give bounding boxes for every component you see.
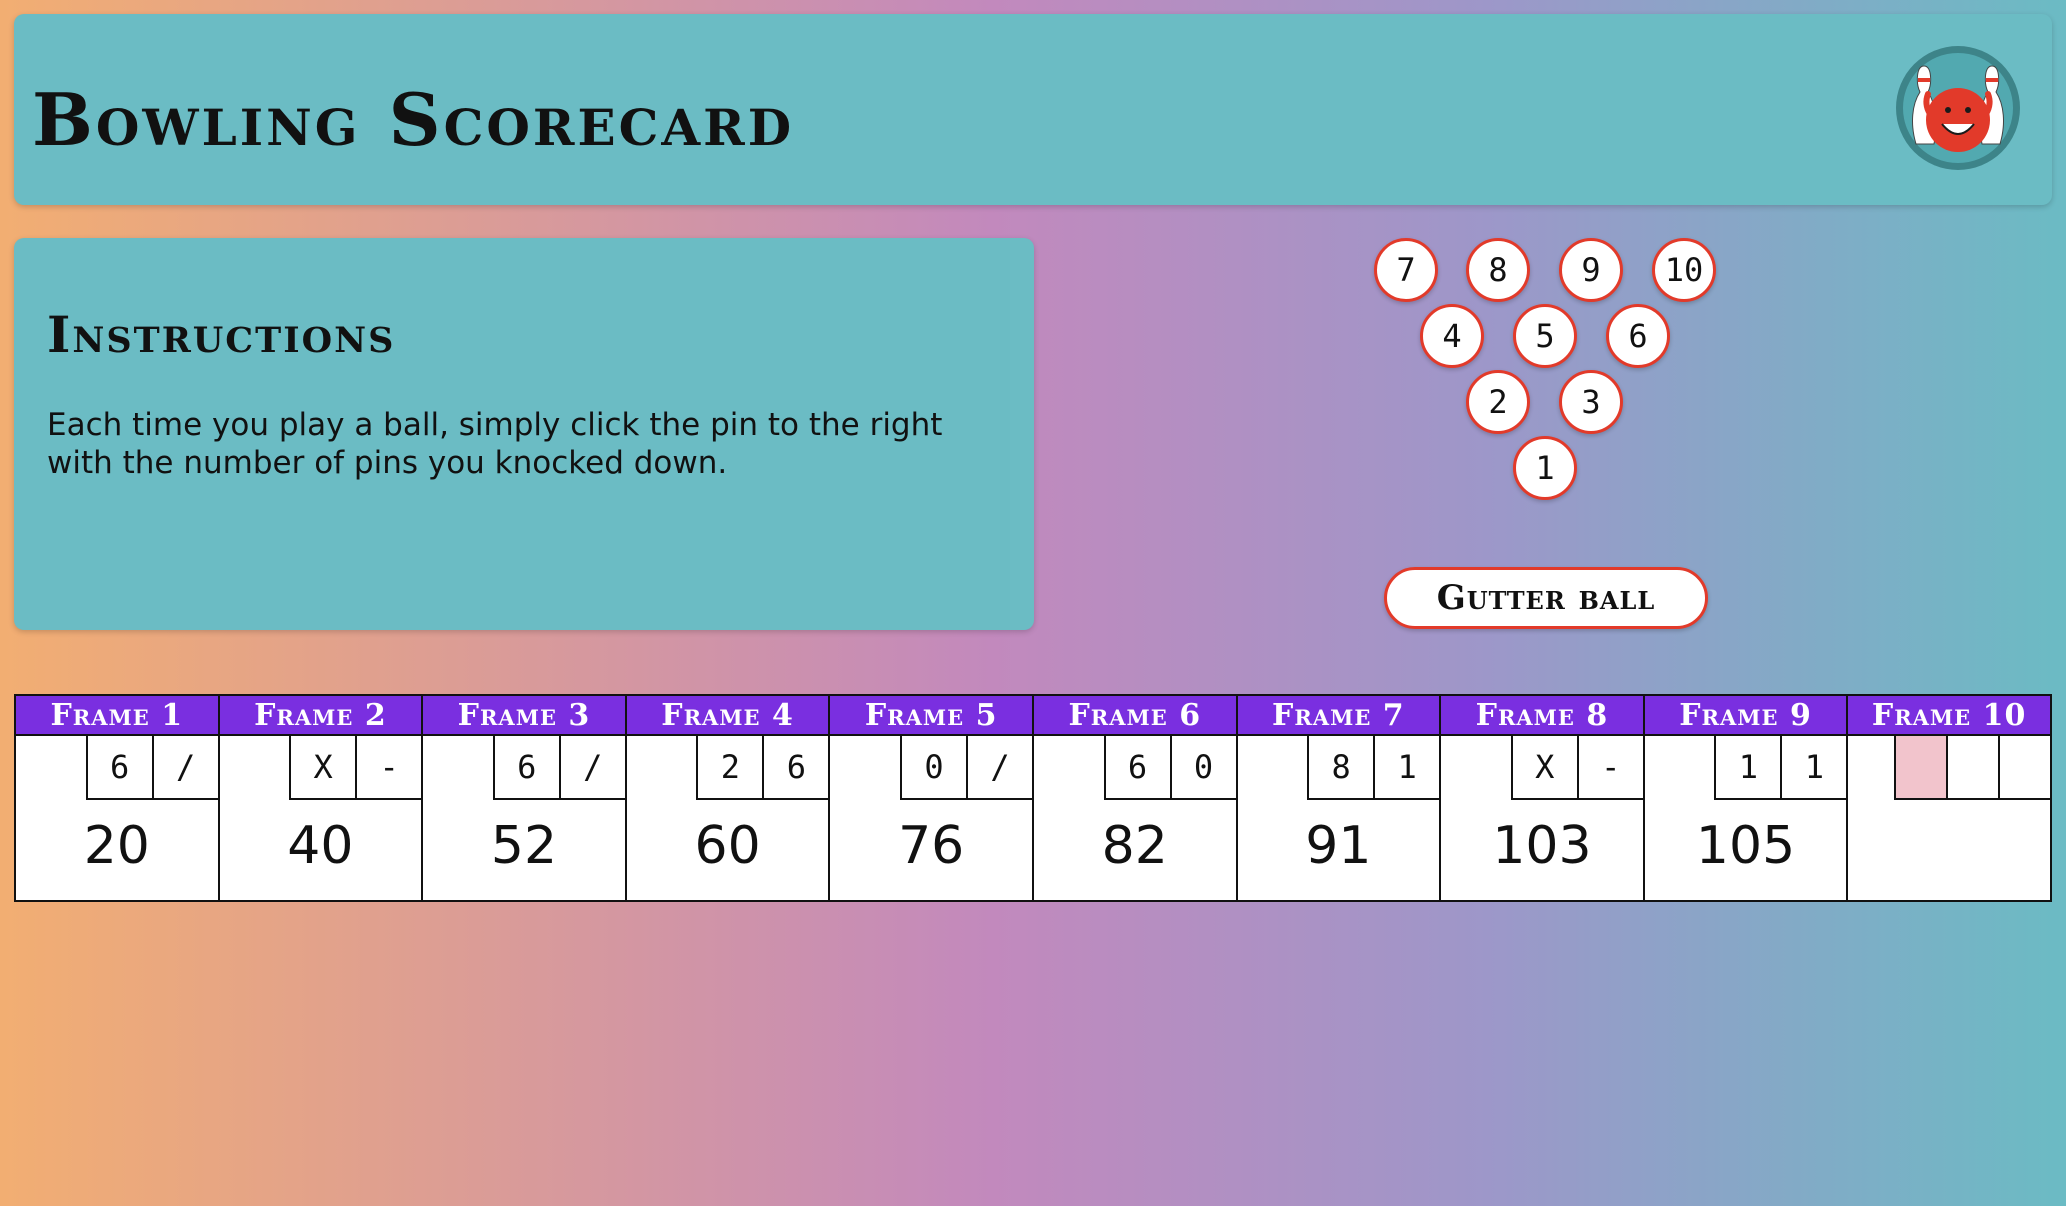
pin-6-button[interactable]: 6 bbox=[1606, 304, 1670, 368]
pin-1-button[interactable]: 1 bbox=[1513, 436, 1577, 500]
frame-total bbox=[1848, 808, 2050, 884]
roll-1-box: 0 bbox=[899, 736, 966, 800]
frame-3: Frame 3 6 / 52 bbox=[423, 696, 627, 900]
frame-7: Frame 7 8 1 91 bbox=[1237, 696, 1442, 900]
frame-header: Frame 1 bbox=[16, 696, 218, 736]
instructions-title: Instructions bbox=[47, 305, 396, 364]
roll-2-box: / bbox=[558, 736, 625, 800]
instructions-panel: Instructions Each time you play a ball, … bbox=[14, 238, 1034, 630]
frame-total: 60 bbox=[694, 816, 761, 876]
roll-1-box: 6 bbox=[1103, 736, 1170, 800]
roll-2-box: / bbox=[151, 736, 218, 800]
frame-header: Frame 3 bbox=[423, 696, 625, 736]
frame-header: Frame 10 bbox=[1848, 696, 2050, 736]
pin-3-button[interactable]: 3 bbox=[1559, 370, 1623, 434]
instructions-text: Each time you play a ball, simply click … bbox=[47, 407, 943, 481]
frame-total: 103 bbox=[1492, 816, 1592, 876]
frame-header: Frame 5 bbox=[830, 696, 1032, 736]
roll-2-box: - bbox=[355, 736, 422, 800]
roll-1-box: 8 bbox=[1307, 736, 1374, 800]
roll-1-box: X bbox=[1510, 736, 1577, 800]
frame-1: Frame 1 6 / 20 bbox=[16, 696, 220, 900]
frame-2: Frame 2 X - 40 bbox=[219, 696, 424, 900]
frame-total: 91 bbox=[1305, 816, 1372, 876]
frame-8: Frame 8 X - 103 bbox=[1441, 696, 1645, 900]
roll-1-box: 6 bbox=[492, 736, 559, 800]
page-title: Bowling Scorecard bbox=[32, 77, 795, 162]
roll-2-box: 0 bbox=[1169, 736, 1236, 800]
roll-1-box: 2 bbox=[696, 736, 763, 800]
frame-total: 52 bbox=[490, 816, 558, 876]
pin-10-button[interactable]: 10 bbox=[1652, 238, 1716, 302]
frame-total: 105 bbox=[1695, 816, 1796, 876]
frame-total: 82 bbox=[1101, 816, 1168, 876]
roll-2-box: - bbox=[1576, 736, 1643, 800]
bowling-logo-icon bbox=[1896, 46, 2020, 170]
pin-7-button[interactable]: 7 bbox=[1374, 238, 1438, 302]
frame-total: 20 bbox=[83, 816, 150, 876]
frame-header: Frame 2 bbox=[219, 696, 422, 736]
pin-2-button[interactable]: 2 bbox=[1466, 370, 1530, 434]
frame-header: Frame 4 bbox=[626, 696, 829, 736]
gutter-ball-button[interactable]: Gutter ball bbox=[1384, 567, 1708, 629]
frame-5: Frame 5 0 / 76 bbox=[830, 696, 1034, 900]
frame-header: Frame 6 bbox=[1033, 696, 1236, 736]
frame-9: Frame 9 1 1 105 bbox=[1644, 696, 1849, 900]
roll-1-box: 6 bbox=[85, 736, 152, 800]
pin-9-button[interactable]: 9 bbox=[1559, 238, 1623, 302]
frame-10: Frame 10 bbox=[1848, 696, 2050, 900]
pin-8-button[interactable]: 8 bbox=[1466, 238, 1530, 302]
frame-total: 76 bbox=[898, 816, 965, 876]
roll-2-box: 6 bbox=[762, 736, 829, 800]
frame-4: Frame 4 2 6 60 bbox=[626, 696, 831, 900]
roll-1-box: X bbox=[289, 736, 356, 800]
pin-5-button[interactable]: 5 bbox=[1513, 304, 1577, 368]
roll-2-box: 1 bbox=[1373, 736, 1440, 800]
roll-1-box: 1 bbox=[1714, 736, 1781, 800]
roll-2-box: / bbox=[965, 736, 1032, 800]
roll-1-box-active bbox=[1893, 736, 1946, 800]
roll-2-box: 1 bbox=[1780, 736, 1847, 800]
header-panel: Bowling Scorecard bbox=[14, 14, 2052, 205]
roll-2-box bbox=[1945, 736, 1998, 800]
frame-6: Frame 6 6 0 82 bbox=[1033, 696, 1238, 900]
frame-header: Frame 7 bbox=[1237, 696, 1440, 736]
pin-4-button[interactable]: 4 bbox=[1420, 304, 1484, 368]
frame-total: 40 bbox=[287, 816, 354, 876]
frame-header: Frame 9 bbox=[1644, 696, 1847, 736]
frame-header: Frame 8 bbox=[1441, 696, 1643, 736]
scoreboard: Frame 1 6 / 20 Frame 2 X - 40 Frame 3 6 … bbox=[14, 694, 2052, 902]
roll-3-box bbox=[1997, 736, 2050, 800]
